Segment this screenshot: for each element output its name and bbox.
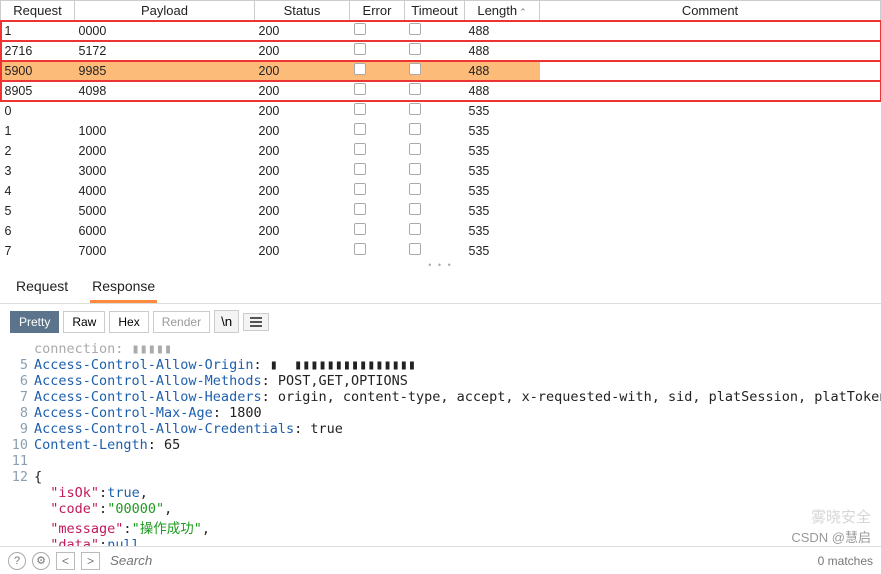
view-hex-button[interactable]: Hex <box>109 311 148 333</box>
newline-toggle-button[interactable]: \n <box>214 310 239 333</box>
timeout-checkbox[interactable] <box>409 163 421 175</box>
timeout-checkbox[interactable] <box>409 103 421 115</box>
table-row[interactable]: 66000200535 <box>1 221 881 241</box>
results-table[interactable]: RequestPayloadStatusErrorTimeoutLength⌃C… <box>0 0 881 260</box>
match-count: 0 matches <box>818 554 873 568</box>
tab-request[interactable]: Request <box>14 274 70 303</box>
tab-response[interactable]: Response <box>90 274 157 303</box>
error-checkbox[interactable] <box>354 123 366 135</box>
table-row[interactable]: 59009985200488 <box>1 61 881 81</box>
error-checkbox[interactable] <box>354 183 366 195</box>
pane-resize-handle[interactable]: • • • <box>0 260 881 268</box>
timeout-checkbox[interactable] <box>409 83 421 95</box>
error-checkbox[interactable] <box>354 163 366 175</box>
timeout-checkbox[interactable] <box>409 223 421 235</box>
table-row[interactable]: 33000200535 <box>1 161 881 181</box>
table-row[interactable]: 55000200535 <box>1 201 881 221</box>
error-checkbox[interactable] <box>354 63 366 75</box>
col-payload[interactable]: Payload <box>75 1 255 21</box>
timeout-checkbox[interactable] <box>409 43 421 55</box>
timeout-checkbox[interactable] <box>409 203 421 215</box>
timeout-checkbox[interactable] <box>409 123 421 135</box>
table-row[interactable]: 89054098200488 <box>1 81 881 101</box>
error-checkbox[interactable] <box>354 223 366 235</box>
error-checkbox[interactable] <box>354 243 366 255</box>
col-request[interactable]: Request <box>1 1 75 21</box>
error-checkbox[interactable] <box>354 83 366 95</box>
error-checkbox[interactable] <box>354 143 366 155</box>
table-row[interactable]: 22000200535 <box>1 141 881 161</box>
table-row[interactable]: 44000200535 <box>1 181 881 201</box>
hamburger-icon[interactable] <box>243 313 269 331</box>
table-row[interactable]: 10000200488 <box>1 21 881 41</box>
error-checkbox[interactable] <box>354 23 366 35</box>
timeout-checkbox[interactable] <box>409 243 421 255</box>
search-input[interactable] <box>106 551 812 570</box>
col-timeout[interactable]: Timeout <box>405 1 465 21</box>
table-row[interactable]: 0200535 <box>1 101 881 121</box>
next-match-button[interactable]: > <box>81 552 100 570</box>
view-raw-button[interactable]: Raw <box>63 311 105 333</box>
col-comment[interactable]: Comment <box>540 1 881 21</box>
error-checkbox[interactable] <box>354 43 366 55</box>
search-icon[interactable]: ? <box>8 552 26 570</box>
col-length[interactable]: Length⌃ <box>465 1 540 21</box>
search-footer: ? ⚙ < > 0 matches <box>0 546 881 574</box>
gear-icon[interactable]: ⚙ <box>32 552 50 570</box>
table-row[interactable]: 11000200535 <box>1 121 881 141</box>
timeout-checkbox[interactable] <box>409 143 421 155</box>
detail-tabs: Request Response <box>0 268 881 304</box>
table-row[interactable]: 77000200535 <box>1 241 881 261</box>
col-error[interactable]: Error <box>350 1 405 21</box>
response-body[interactable]: connection: ▮▮▮▮▮5Access-Control-Allow-O… <box>0 339 881 574</box>
timeout-checkbox[interactable] <box>409 183 421 195</box>
timeout-checkbox[interactable] <box>409 23 421 35</box>
view-pretty-button[interactable]: Pretty <box>10 311 59 333</box>
error-checkbox[interactable] <box>354 103 366 115</box>
error-checkbox[interactable] <box>354 203 366 215</box>
col-status[interactable]: Status <box>255 1 350 21</box>
table-row[interactable]: 27165172200488 <box>1 41 881 61</box>
prev-match-button[interactable]: < <box>56 552 75 570</box>
view-toolbar: Pretty Raw Hex Render \n <box>0 304 881 339</box>
timeout-checkbox[interactable] <box>409 63 421 75</box>
view-render-button[interactable]: Render <box>153 311 210 333</box>
